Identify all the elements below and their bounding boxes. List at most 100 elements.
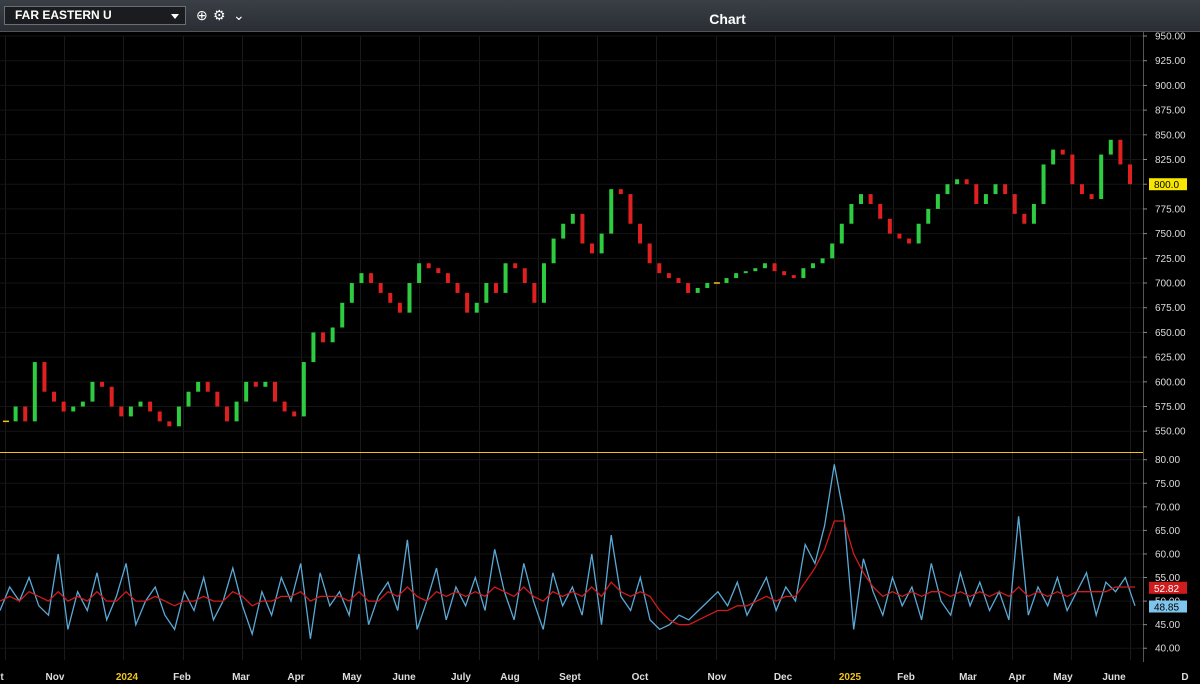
- x-tick-label: Sept: [559, 672, 581, 683]
- price-bar: [32, 362, 37, 422]
- price-bar: [724, 278, 729, 284]
- price-bar: [1079, 184, 1084, 195]
- price-bar: [513, 263, 518, 269]
- x-tick-label: Mar: [232, 672, 250, 683]
- rsi-tick-label: 80.00: [1155, 455, 1180, 466]
- price-bar: [436, 268, 441, 274]
- price-bar: [138, 401, 143, 407]
- last-value-badges: 800.0 52.82 48.85: [1149, 178, 1187, 614]
- price-tick-label: 925.00: [1155, 56, 1186, 67]
- price-bar: [417, 263, 422, 284]
- rsi-tick-label: 65.00: [1155, 526, 1180, 537]
- price-bar: [551, 238, 556, 264]
- x-tick-label: Apr: [1008, 672, 1025, 683]
- price-bar: [1012, 194, 1017, 214]
- price-tick-label: 700.00: [1155, 279, 1186, 290]
- price-bar: [686, 283, 691, 293]
- price-bar: [157, 411, 162, 422]
- price-bar: [907, 238, 912, 244]
- price-bar: [1128, 164, 1132, 185]
- price-tick-label: 625.00: [1155, 353, 1186, 364]
- price-bar: [244, 381, 249, 402]
- x-tick-label: May: [342, 672, 362, 683]
- price-bar: [935, 194, 940, 209]
- price-bar: [897, 233, 902, 239]
- x-tick-label: D: [1181, 672, 1188, 683]
- price-bar: [23, 406, 28, 422]
- price-bar: [445, 273, 450, 284]
- price-bar: [983, 194, 988, 204]
- price-bar: [282, 401, 287, 412]
- rsi-tick-label: 75.00: [1155, 479, 1180, 490]
- price-bar: [666, 273, 671, 279]
- price-bar: [148, 401, 153, 412]
- price-bar: [1099, 154, 1104, 200]
- x-tick-label: 2024: [116, 672, 139, 683]
- price-bar: [1089, 194, 1094, 200]
- price-bar: [1118, 139, 1123, 165]
- price-bar: [455, 283, 460, 293]
- price-bar: [1041, 164, 1046, 204]
- price-bar: [407, 283, 412, 313]
- price-bar: [599, 233, 604, 254]
- price-bar: [71, 406, 76, 412]
- price-bar: [734, 273, 739, 279]
- price-bar: [1031, 203, 1036, 224]
- price-bar: [522, 268, 527, 284]
- rsi-panel-lines: [0, 464, 1136, 639]
- x-tick-label: Dec: [774, 672, 793, 683]
- price-bar: [1022, 213, 1027, 224]
- rsi-value: 48.85: [1154, 603, 1179, 614]
- price-bar: [349, 283, 354, 303]
- price-bar: [830, 243, 835, 259]
- price-tick-label: 725.00: [1155, 254, 1186, 265]
- price-bar: [215, 391, 220, 407]
- rsi-tick-label: 40.00: [1155, 644, 1180, 655]
- price-bar: [609, 189, 614, 234]
- price-bar: [196, 381, 201, 392]
- price-bar: [791, 275, 796, 279]
- price-bar: [369, 273, 374, 284]
- price-bar: [638, 223, 643, 244]
- price-bar: [263, 381, 268, 387]
- price-bar: [993, 184, 998, 195]
- price-tick-label: 875.00: [1155, 106, 1186, 117]
- price-bar: [782, 271, 787, 276]
- price-bar: [647, 243, 652, 264]
- time-x-axis: t Nov 2024 Feb Mar Apr May June July Aug Sept Oct No…: [0, 672, 1188, 683]
- price-bar: [397, 302, 402, 313]
- price-bar: [330, 327, 335, 343]
- price-bar: [561, 223, 566, 239]
- price-bar: [657, 263, 662, 274]
- price-bar: [541, 263, 546, 303]
- price-bar: [1003, 184, 1008, 195]
- price-bar: [340, 302, 345, 328]
- price-bar: [272, 381, 277, 402]
- price-bar: [1070, 154, 1075, 185]
- price-tick-label: 950.00: [1155, 32, 1186, 43]
- price-bar: [868, 194, 873, 204]
- price-bar: [100, 381, 105, 387]
- price-bar: [13, 406, 18, 422]
- price-bar: [810, 263, 815, 269]
- price-bar: [378, 283, 383, 293]
- price-bar: [90, 381, 95, 402]
- x-tick-label: 2025: [839, 672, 862, 683]
- chart-canvas[interactable]: 550.00 575.00 600.00 625.00 650.00 675.00 700.…: [0, 0, 1200, 684]
- price-bar: [964, 179, 969, 185]
- price-bar: [503, 263, 508, 293]
- rsi-line: [0, 464, 1136, 639]
- price-bar: [292, 411, 297, 417]
- price-bar: [628, 194, 633, 224]
- price-tick-label: 775.00: [1155, 204, 1186, 215]
- x-tick-label: June: [1102, 672, 1126, 683]
- price-bar: [945, 184, 950, 195]
- price-bar: [676, 278, 681, 284]
- price-bar: [570, 213, 575, 224]
- price-bar: [532, 283, 537, 303]
- price-bar: [61, 401, 66, 412]
- price-tick-label: 575.00: [1155, 402, 1186, 413]
- price-tick-label: 675.00: [1155, 303, 1186, 314]
- price-bar: [493, 283, 498, 293]
- price-bar: [801, 268, 806, 279]
